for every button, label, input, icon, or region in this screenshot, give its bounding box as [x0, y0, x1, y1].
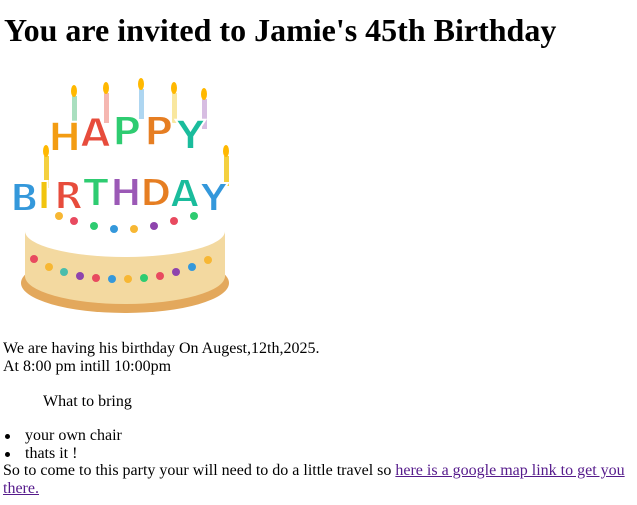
what-to-bring-label: What to bring: [43, 393, 132, 410]
page: You are invited to Jamie's 45th Birthday: [0, 0, 637, 505]
svg-text:Y: Y: [199, 176, 228, 220]
svg-text:R: R: [54, 174, 83, 218]
svg-text:B: B: [10, 176, 39, 220]
svg-text:P: P: [112, 109, 141, 155]
list-item: thats it !: [3, 445, 122, 463]
party-time-line: At 8:00 pm intill 10:00pm: [3, 358, 172, 375]
svg-text:Y: Y: [175, 113, 206, 159]
bring-list: your own chair thats it !: [3, 427, 122, 463]
bullet-icon: [5, 434, 10, 439]
svg-text:H: H: [110, 171, 142, 215]
svg-text:T: T: [83, 171, 109, 215]
list-item-label: your own chair: [25, 427, 122, 444]
birthday-cake-image: H A P P Y B I R T H D A Y: [9, 78, 229, 313]
list-item-label: thats it !: [25, 445, 78, 462]
travel-text: So to come to this party your will need …: [3, 462, 396, 479]
svg-text:D: D: [140, 171, 172, 215]
list-item: your own chair: [3, 427, 122, 445]
bullet-icon: [5, 452, 10, 457]
party-details: We are having his birthday On Augest,12t…: [3, 340, 633, 376]
svg-text:A: A: [80, 111, 111, 157]
svg-text:H: H: [48, 115, 81, 161]
page-title: You are invited to Jamie's 45th Birthday: [4, 12, 557, 48]
travel-paragraph: So to come to this party your will need …: [3, 462, 631, 498]
party-date-line: We are having his birthday On Augest,12t…: [3, 340, 320, 357]
svg-text:I: I: [37, 174, 51, 218]
svg-text:P: P: [144, 109, 173, 155]
svg-text:A: A: [170, 172, 200, 216]
